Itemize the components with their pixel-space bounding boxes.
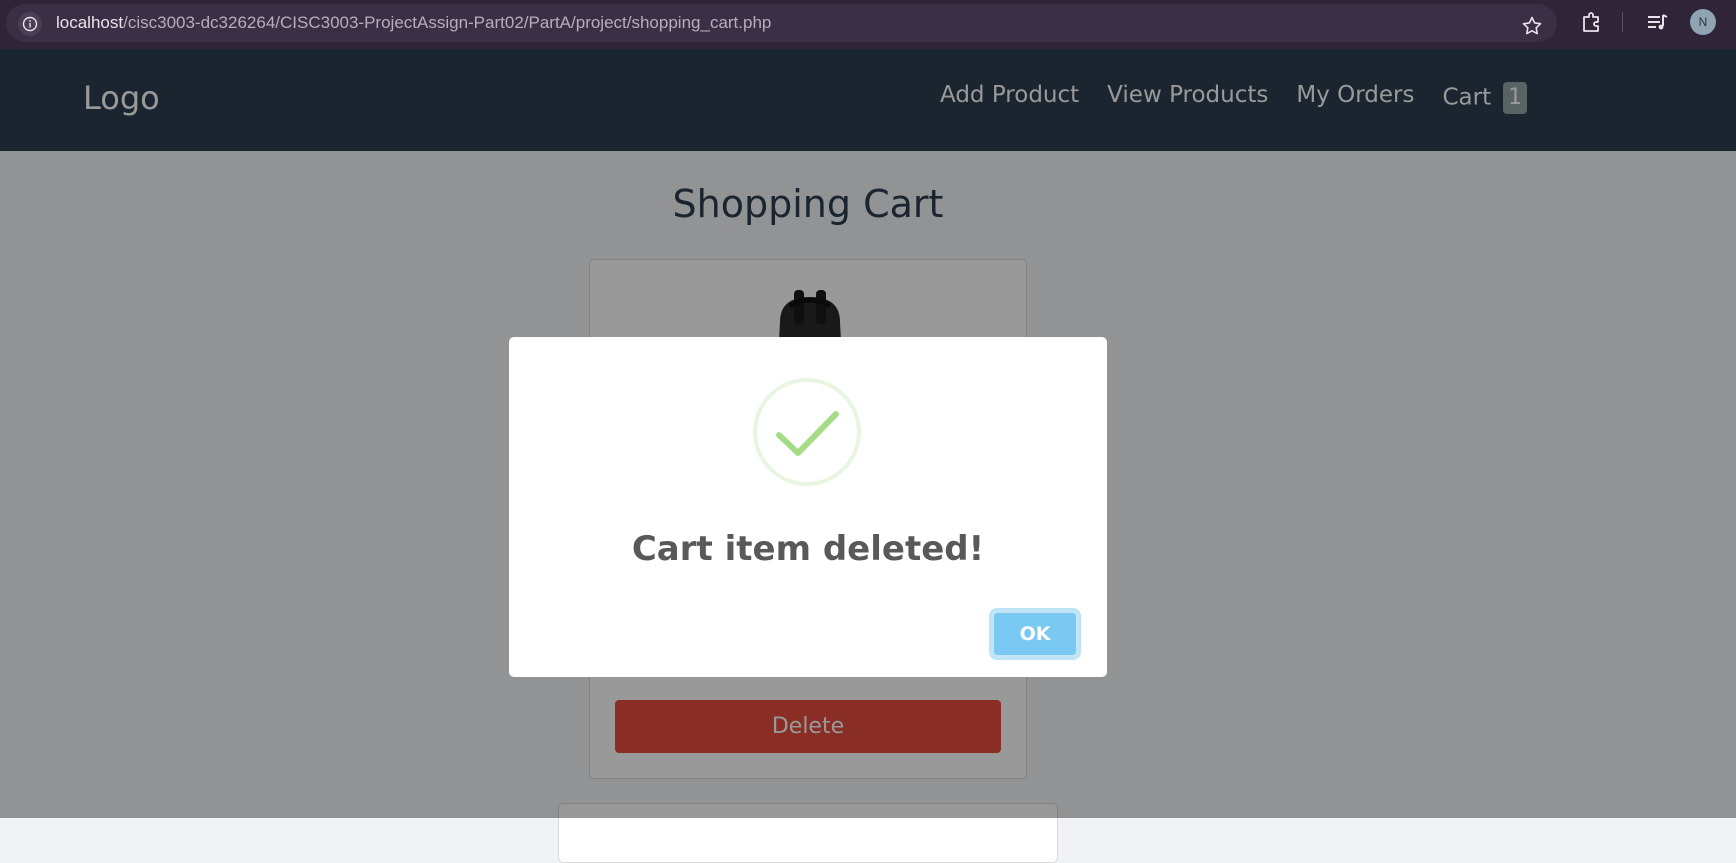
media-icon[interactable] — [1644, 9, 1670, 35]
ok-button[interactable]: OK — [991, 610, 1079, 658]
address-bar[interactable]: localhost/cisc3003-dc326264/CISC3003-Pro… — [6, 4, 1557, 42]
url-path: /cisc3003-dc326264/CISC3003-ProjectAssig… — [123, 13, 772, 32]
toolbar-divider — [1622, 12, 1623, 32]
url-text[interactable]: localhost/cisc3003-dc326264/CISC3003-Pro… — [56, 13, 771, 33]
alert-dialog: Cart item deleted! OK — [509, 337, 1107, 677]
dialog-title: Cart item deleted! — [631, 529, 985, 569]
extensions-icon[interactable] — [1578, 9, 1604, 35]
browser-toolbar: localhost/cisc3003-dc326264/CISC3003-Pro… — [0, 0, 1736, 49]
success-check-icon — [753, 378, 861, 486]
page: Logo Add Product View Products My Orders… — [0, 49, 1736, 863]
profile-avatar[interactable]: N — [1690, 9, 1716, 35]
star-icon[interactable] — [1520, 14, 1544, 38]
url-host: localhost — [56, 13, 124, 32]
site-info-icon[interactable] — [18, 12, 42, 36]
